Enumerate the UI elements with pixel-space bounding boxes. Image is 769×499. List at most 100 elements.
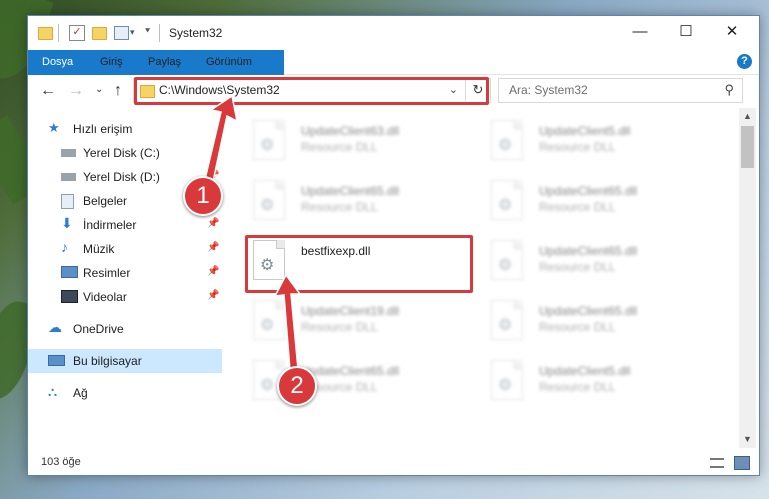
file-name: UpdateClient5.dll xyxy=(539,124,631,138)
step-2-badge: 2 xyxy=(277,366,317,406)
drive-icon xyxy=(61,149,76,157)
sidebar-item-quick-access[interactable]: ★ Hızlı erişim xyxy=(28,117,222,141)
gear-icon: ⚙ xyxy=(498,137,513,154)
file-name: UpdateClient65.dll xyxy=(539,244,638,258)
file-item[interactable]: ⚙ UpdateClient19.dll Resource DLL xyxy=(243,298,471,352)
sidebar-item-label: Bu bilgisayar xyxy=(73,354,142,368)
scroll-up-icon[interactable]: ▲ xyxy=(739,108,756,125)
up-arrow-icon[interactable]: ↑ xyxy=(114,82,122,100)
sidebar-item-onedrive[interactable]: ☁ OneDrive xyxy=(28,317,222,341)
dll-file-icon: ⚙ xyxy=(253,300,285,340)
dll-file-icon: ⚙ xyxy=(253,180,285,220)
video-icon xyxy=(61,290,78,303)
search-icon[interactable]: ⚲ xyxy=(724,82,734,98)
sidebar-item-label: Resimler xyxy=(83,266,131,280)
file-type: Resource DLL xyxy=(301,200,378,214)
file-item[interactable]: ⚙ UpdateClient65.dll Resource DLL xyxy=(481,238,709,292)
folder-icon xyxy=(38,27,53,40)
sidebar-item-disk-c[interactable]: Yerel Disk (C:) xyxy=(28,141,222,165)
item-count: 103 öğe xyxy=(41,456,81,468)
toolbar-separator xyxy=(58,24,59,42)
sidebar-item-label: Yerel Disk (C:) xyxy=(83,146,160,160)
dll-file-icon: ⚙ xyxy=(491,360,523,400)
file-type: Resource DLL xyxy=(539,140,616,154)
file-name: UpdateClient19.dll xyxy=(301,304,400,318)
sidebar-item-network[interactable]: ⛬ Ağ xyxy=(28,381,222,405)
close-button[interactable]: ✕ xyxy=(709,16,755,48)
tab-home[interactable]: Giriş xyxy=(90,50,133,74)
file-item[interactable]: ⚙ UpdateClient5.dll Resource DLL xyxy=(481,118,709,172)
scroll-down-icon[interactable]: ▼ xyxy=(739,431,756,448)
sidebar-item-label: Hızlı erişim xyxy=(73,122,133,136)
computer-icon xyxy=(48,355,65,366)
download-icon: ⬇ xyxy=(61,215,73,231)
maximize-button[interactable]: ☐ xyxy=(663,16,709,48)
gear-icon: ⚙ xyxy=(260,137,275,154)
vertical-scrollbar[interactable]: ▲ ▼ xyxy=(739,108,756,448)
file-name: UpdateClient65.dll xyxy=(301,364,400,378)
new-folder-icon[interactable] xyxy=(92,27,107,40)
gear-icon: ⚙ xyxy=(260,197,275,214)
gear-icon: ⚙ xyxy=(498,317,513,334)
file-item[interactable]: ⚙ UpdateClient65.dll Resource DLL xyxy=(243,178,471,232)
back-arrow-icon[interactable]: ← xyxy=(40,82,56,100)
pin-icon[interactable]: 📌 xyxy=(207,218,219,229)
sidebar-item-pictures[interactable]: Resimler 📌 xyxy=(28,261,222,285)
scrollbar-thumb[interactable] xyxy=(741,126,754,168)
status-bar: 103 öğe xyxy=(28,450,759,475)
pin-icon[interactable]: 📌 xyxy=(207,266,219,277)
tab-view[interactable]: Görünüm xyxy=(196,50,262,74)
title-bar: ✓ ▾ ⯆ System32 — ☐ ✕ xyxy=(28,16,759,50)
step-1-badge: 1 xyxy=(183,176,223,216)
sidebar-item-label: OneDrive xyxy=(73,322,124,336)
chevron-down-icon[interactable]: ▾ xyxy=(130,27,144,41)
recent-locations-icon[interactable]: ⌄ xyxy=(95,84,103,95)
file-name: UpdateClient5.dll xyxy=(539,364,631,378)
large-icons-view-icon[interactable] xyxy=(734,456,750,470)
dll-file-icon: ⚙ xyxy=(491,120,523,160)
details-view-icon[interactable] xyxy=(710,458,724,468)
properties-check-icon[interactable]: ✓ xyxy=(69,25,85,41)
ribbon-tabs: Dosya Giriş Paylaş Görünüm ? xyxy=(28,50,759,104)
pin-icon[interactable]: 📌 xyxy=(207,242,219,253)
file-type: Resource DLL xyxy=(301,320,378,334)
pin-icon[interactable]: 📌 xyxy=(207,290,219,301)
sidebar-item-label: İndirmeler xyxy=(83,218,137,232)
file-item[interactable]: ⚙ UpdateClient65.dll Resource DLL xyxy=(481,298,709,352)
star-icon: ★ xyxy=(48,120,60,135)
sidebar-item-videos[interactable]: Videolar 📌 xyxy=(28,285,222,309)
selected-file-highlight xyxy=(245,235,473,293)
file-type: Resource DLL xyxy=(539,320,616,334)
sidebar-item-label: Belgeler xyxy=(83,194,128,208)
sidebar-item-label: Ağ xyxy=(73,386,88,400)
toolbar-separator xyxy=(159,24,160,42)
file-item[interactable]: ⚙ UpdateClient63.dll Resource DLL xyxy=(243,118,471,172)
address-bar-highlight xyxy=(134,77,489,105)
forward-arrow-icon[interactable]: → xyxy=(68,82,84,100)
search-box[interactable]: Ara: System32 ⚲ xyxy=(498,78,743,103)
pictures-icon xyxy=(61,266,78,278)
file-type: Resource DLL xyxy=(539,380,616,394)
network-icon: ⛬ xyxy=(48,384,58,399)
search-placeholder[interactable]: Ara: System32 xyxy=(509,83,588,97)
minimize-button[interactable]: — xyxy=(617,16,663,48)
tab-share[interactable]: Paylaş xyxy=(138,50,191,74)
sidebar-item-music[interactable]: ♪ Müzik 📌 xyxy=(28,237,222,261)
dll-file-icon: ⚙ xyxy=(491,240,523,280)
gear-icon: ⚙ xyxy=(260,377,275,394)
file-name: UpdateClient65.dll xyxy=(539,184,638,198)
gear-icon: ⚙ xyxy=(498,257,513,274)
sidebar-item-this-pc[interactable]: Bu bilgisayar xyxy=(28,349,222,373)
help-icon[interactable]: ? xyxy=(737,54,752,69)
customize-toolbar-icon[interactable]: ⯆ xyxy=(144,26,158,40)
dll-file-icon: ⚙ xyxy=(253,120,285,160)
sidebar-item-downloads[interactable]: ⬇ İndirmeler 📌 xyxy=(28,213,222,237)
file-item[interactable]: ⚙ UpdateClient65.dll Resource DLL xyxy=(481,178,709,232)
properties-icon[interactable] xyxy=(114,26,129,40)
dll-file-icon: ⚙ xyxy=(491,180,523,220)
sidebar-item-label: Videolar xyxy=(83,290,127,304)
sidebar-item-label: Müzik xyxy=(83,242,115,256)
dll-file-icon: ⚙ xyxy=(491,300,523,340)
file-item[interactable]: ⚙ UpdateClient5.dll Resource DLL xyxy=(481,358,709,412)
file-name: UpdateClient65.dll xyxy=(301,184,400,198)
